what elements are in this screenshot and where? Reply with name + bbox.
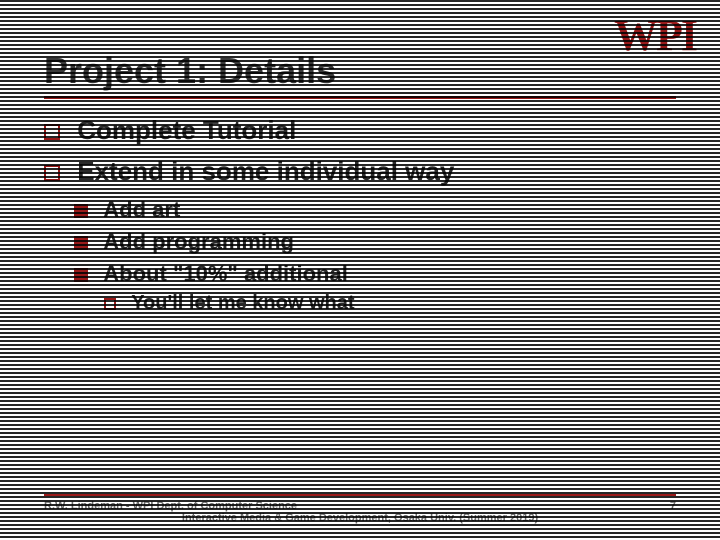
square-solid-icon (74, 268, 88, 282)
slide-footer: R.W. Lindeman - WPI Dept. of Computer Sc… (44, 494, 676, 524)
bullet-item: Add art (74, 195, 676, 225)
square-outline-icon (44, 124, 60, 140)
bullet-text: You'll let me know what (131, 292, 354, 314)
bullet-item: About "10%" additional (74, 259, 676, 289)
footer-author: R.W. Lindeman - WPI Dept. of Computer Sc… (44, 500, 676, 512)
bullet-text: Extend in some individual way (77, 156, 454, 186)
square-solid-icon (74, 236, 88, 250)
slide-title: Project 1: Details (44, 50, 676, 92)
bullet-item: Extend in some individual way (44, 154, 676, 189)
bullet-text: Complete Tutorial (77, 115, 296, 145)
slide: WPI Project 1: Details Complete Tutorial… (0, 0, 720, 540)
bullet-item: Add programming (74, 227, 676, 257)
bullet-text: Add programming (103, 229, 294, 254)
wpi-logo: WPI (614, 10, 696, 61)
bullet-item: You'll let me know what (104, 290, 676, 317)
title-rule (44, 96, 676, 99)
bullet-text: Add art (103, 197, 180, 222)
square-outline-icon (104, 298, 116, 310)
slide-content: Complete Tutorial Extend in some individ… (44, 113, 676, 317)
footer-rule (44, 494, 676, 496)
page-number: 7 (670, 500, 676, 512)
bullet-item: Complete Tutorial (44, 113, 676, 148)
bullet-text: About "10%" additional (103, 261, 348, 286)
square-solid-icon (74, 204, 88, 218)
footer-course: Interactive Media & Game Development, Os… (44, 512, 676, 524)
square-outline-icon (44, 165, 60, 181)
